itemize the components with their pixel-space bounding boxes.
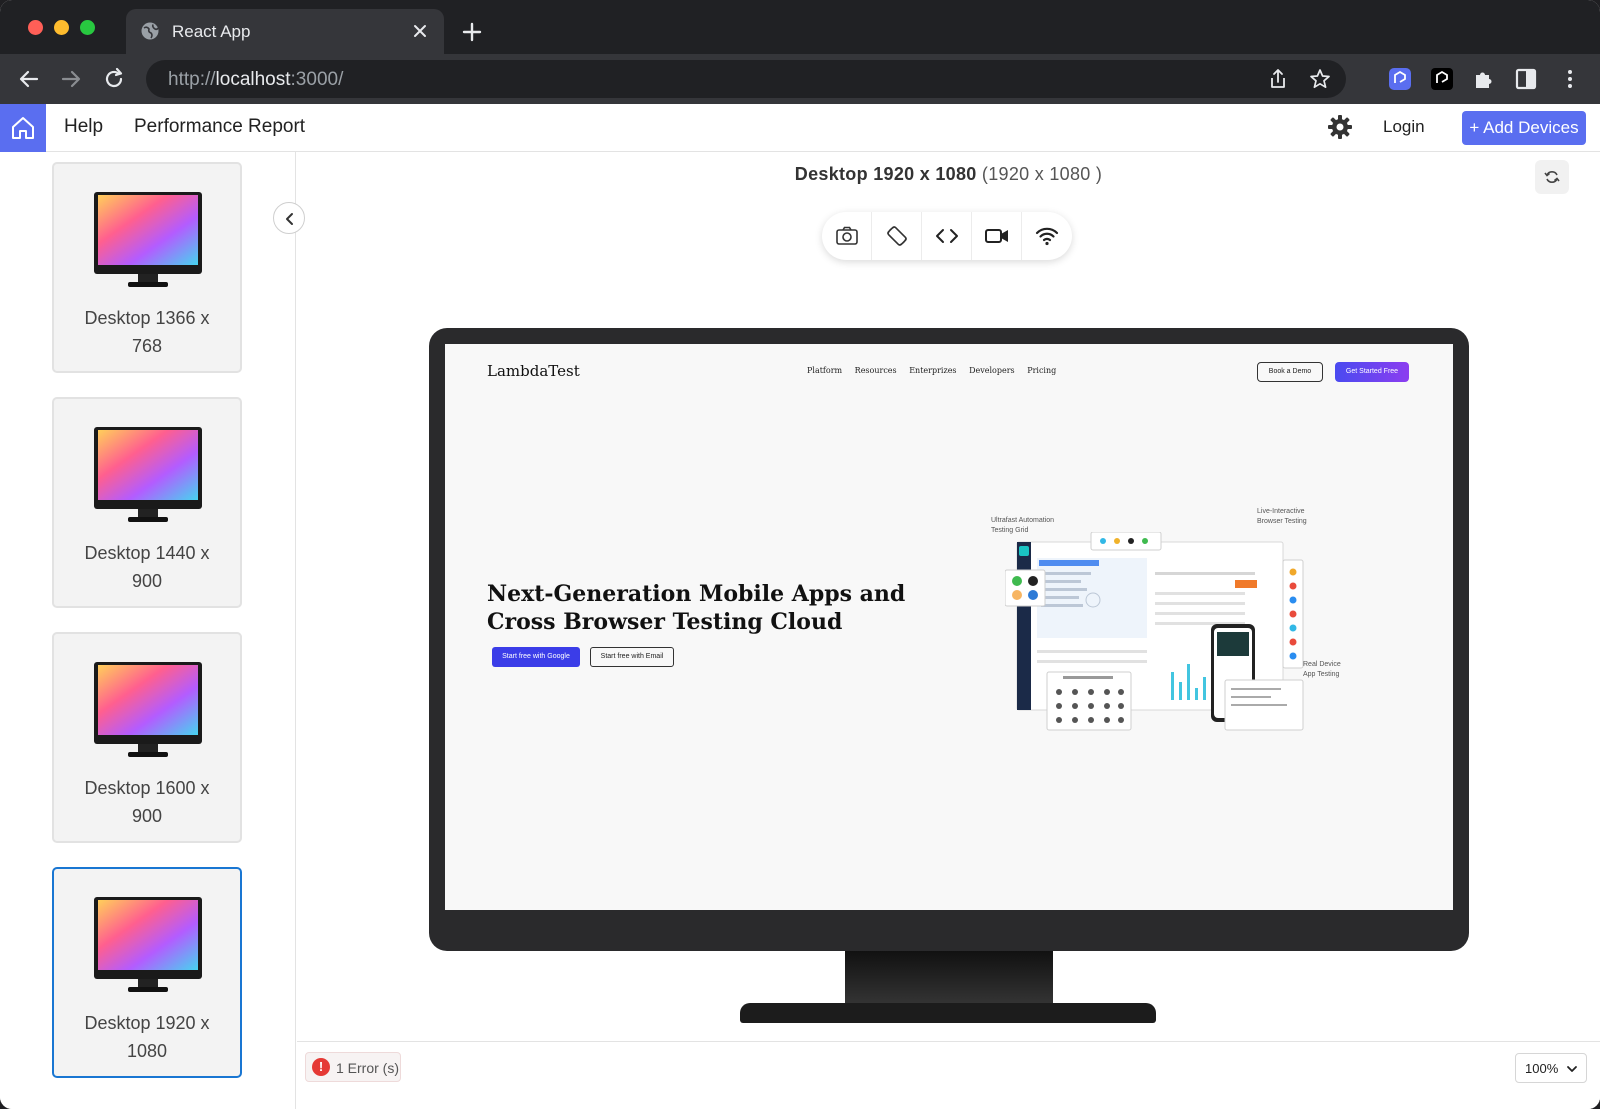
- site-nav-item: Resources: [854, 366, 897, 375]
- add-devices-button[interactable]: + Add Devices: [1462, 111, 1586, 145]
- nav-performance-report[interactable]: Performance Report: [134, 116, 305, 138]
- zoom-select[interactable]: 100%: [1515, 1053, 1587, 1083]
- reload-icon[interactable]: [100, 65, 128, 93]
- error-badge[interactable]: ! 1 Error (s): [305, 1052, 401, 1082]
- site-book-demo-button: Book a Demo: [1257, 362, 1323, 382]
- devtools-button[interactable]: [922, 212, 972, 260]
- network-throttle-button[interactable]: [1022, 212, 1072, 260]
- device-frame-monitor: LambdaTest Platform Resources Enterprize…: [429, 328, 1469, 951]
- new-tab-icon[interactable]: [458, 18, 486, 46]
- device-screen[interactable]: LambdaTest Platform Resources Enterprize…: [445, 344, 1453, 910]
- site-nav-item: Platform: [807, 366, 843, 375]
- error-icon: !: [312, 1058, 330, 1076]
- video-camera-icon: [985, 229, 1008, 243]
- site-hero-heading: Next-Generation Mobile Apps and Cross Br…: [487, 581, 906, 635]
- camera-icon: [836, 226, 858, 245]
- site-google-button: Start free with Google: [492, 647, 580, 667]
- collapse-sidebar-button[interactable]: [273, 202, 305, 234]
- globe-icon: [141, 22, 159, 40]
- desktop-monitor-icon: [94, 192, 202, 287]
- device-card-1440x900[interactable]: Desktop 1440 x 900: [52, 397, 242, 608]
- device-card-label: Desktop 1440 x 900: [84, 543, 210, 591]
- home-icon: [12, 117, 34, 139]
- site-get-started-button: Get Started Free: [1335, 362, 1409, 382]
- chevron-left-icon: [286, 213, 293, 225]
- site-nav-item: Developers: [969, 366, 1015, 375]
- device-card-1366x768[interactable]: Desktop 1366 x 768: [52, 162, 242, 373]
- tab-title: React App: [172, 22, 251, 41]
- device-title: Desktop 1920 x 1080 (1920 x 1080 ): [794, 164, 1103, 184]
- app-header: Help Performance Report Login + Add Devi…: [0, 104, 1600, 152]
- nav-help[interactable]: Help: [64, 116, 103, 138]
- minimize-window-button[interactable]: [54, 20, 69, 35]
- browser-toolbar: http://localhost:3000/: [0, 54, 1600, 104]
- device-card-1600x900[interactable]: Desktop 1600 x 900: [52, 632, 242, 843]
- back-icon[interactable]: [15, 65, 43, 93]
- browser-window: React App http://localhost:3000/ Help Pe…: [0, 0, 1600, 1109]
- rotate-refresh-button[interactable]: [1535, 160, 1569, 194]
- device-card-1920x1080[interactable]: Desktop 1920 x 1080: [52, 867, 242, 1078]
- gear-icon[interactable]: [1327, 114, 1353, 140]
- device-card-label: Desktop 1366 x 768: [84, 308, 210, 356]
- site-dashboard-illustration: [1005, 532, 1304, 731]
- desktop-monitor-icon: [94, 897, 202, 992]
- site-nav-item: Pricing: [1027, 366, 1057, 375]
- close-window-button[interactable]: [28, 20, 43, 35]
- browser-menu-icon[interactable]: [1556, 65, 1584, 93]
- share-icon[interactable]: [1266, 67, 1290, 91]
- monitor-foot: [740, 1003, 1156, 1023]
- side-panel-icon[interactable]: [1512, 65, 1540, 93]
- desktop-monitor-icon: [94, 427, 202, 522]
- rotate-device-button[interactable]: [872, 212, 922, 260]
- extension-lt-dark-icon[interactable]: [1428, 65, 1456, 93]
- device-card-label: Desktop 1920 x 1080: [84, 1013, 210, 1061]
- maximize-window-button[interactable]: [80, 20, 95, 35]
- device-sidebar: Desktop 1366 x 768 Desktop 1440 x 900 De…: [0, 152, 296, 1109]
- address-bar[interactable]: http://localhost:3000/: [146, 60, 1346, 98]
- extensions-puzzle-icon[interactable]: [1470, 65, 1498, 93]
- zoom-value: 100%: [1525, 1061, 1559, 1076]
- site-logo: LambdaTest: [487, 362, 580, 380]
- screen-rotation-icon: [887, 226, 907, 246]
- browser-tab[interactable]: React App: [126, 9, 444, 54]
- monitor-neck: [845, 951, 1053, 1003]
- bookmark-star-icon[interactable]: [1308, 67, 1332, 91]
- site-nav-item: Enterprizes: [909, 366, 957, 375]
- close-tab-icon[interactable]: [408, 19, 432, 43]
- desktop-monitor-icon: [94, 662, 202, 757]
- tab-strip: React App: [0, 0, 1600, 54]
- record-video-button[interactable]: [972, 212, 1022, 260]
- status-bar: ! 1 Error (s) 100%: [297, 1041, 1600, 1109]
- device-card-label: Desktop 1600 x 900: [84, 778, 210, 826]
- chevron-down-icon: [1567, 1066, 1577, 1072]
- code-icon: [936, 229, 958, 243]
- site-email-button: Start free with Email: [590, 647, 674, 667]
- home-button[interactable]: [0, 104, 46, 152]
- login-link[interactable]: Login: [1383, 117, 1425, 137]
- site-nav: Platform Resources Enterprizes Developer…: [807, 366, 1066, 375]
- sync-icon: [1544, 171, 1560, 183]
- extension-lambdatest-icon[interactable]: [1386, 65, 1414, 93]
- error-count: 1 Error (s): [336, 1060, 399, 1076]
- site-caption-live: Live-Interactive Browser Testing: [1257, 508, 1307, 525]
- wifi-icon: [1035, 227, 1059, 246]
- forward-icon[interactable]: [57, 65, 85, 93]
- screenshot-button[interactable]: [822, 212, 872, 260]
- preview-toolbar: [822, 212, 1072, 260]
- preview-area: Desktop 1920 x 1080 (1920 x 1080 ) Lambd…: [273, 152, 1600, 1109]
- url-text: http://localhost:3000/: [168, 69, 344, 90]
